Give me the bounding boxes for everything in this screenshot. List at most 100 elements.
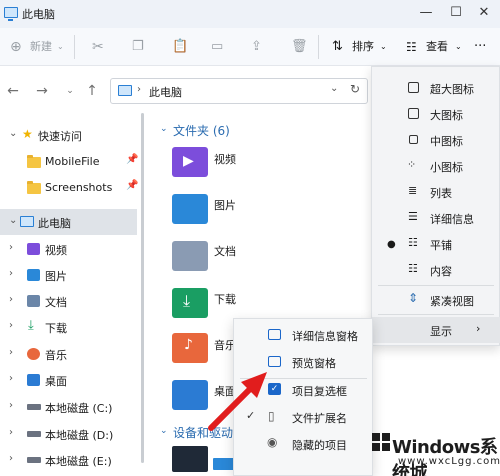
- menu-item-large-icons[interactable]: 大图标: [372, 101, 500, 127]
- menu-item-show[interactable]: 显示 ›: [372, 317, 500, 343]
- sort-icon: ⇅: [332, 39, 343, 54]
- submenu-item-preview-pane[interactable]: 预览窗格: [234, 348, 373, 375]
- sidebar-item-desktop[interactable]: › 桌面: [0, 367, 137, 393]
- chevron-down-icon[interactable]: ⌄: [160, 124, 168, 134]
- submenu-item-label: 隐藏的项目: [292, 439, 347, 452]
- breadcrumb-this-pc[interactable]: 此电脑: [149, 84, 182, 100]
- folders-group-header[interactable]: 文件夹 (6): [173, 122, 230, 139]
- sidebar-item-videos[interactable]: › 视频: [0, 236, 137, 262]
- toolbar-divider: [318, 35, 319, 59]
- menu-divider: [378, 285, 494, 286]
- more-options-button[interactable]: ···: [474, 37, 486, 57]
- sidebar-item-downloads[interactable]: › ⤓ 下载: [0, 314, 137, 340]
- view-button[interactable]: 查看: [426, 37, 448, 57]
- tiles-icon: ☷: [408, 236, 418, 249]
- sidebar-item-drive-d[interactable]: › 本地磁盘 (D:): [0, 421, 137, 447]
- menu-item-label: 显示: [430, 325, 452, 338]
- submenu-item-hidden-items[interactable]: ◉ 隐藏的项目: [234, 430, 373, 457]
- sidebar-item-drive-e[interactable]: › 本地磁盘 (E:): [0, 447, 137, 473]
- sort-button[interactable]: 排序: [352, 37, 374, 57]
- chevron-right-icon: ›: [9, 347, 13, 358]
- selected-dot-icon: ●: [387, 239, 396, 250]
- large-icons-icon: [408, 108, 419, 119]
- menu-item-details[interactable]: ☰ 详细信息: [372, 205, 500, 231]
- chevron-down-icon: ⌄: [57, 42, 64, 51]
- copy-icon[interactable]: ❐: [132, 37, 144, 57]
- rename-icon[interactable]: ▭: [211, 37, 223, 57]
- windows-logo-icon: [372, 433, 390, 451]
- menu-item-list[interactable]: ≣ 列表: [372, 179, 500, 205]
- folder-downloads[interactable]: 下载: [214, 291, 236, 307]
- paste-icon[interactable]: 📋: [172, 37, 188, 57]
- music-folder-icon: [27, 348, 40, 360]
- sidebar-scrollbar[interactable]: [141, 113, 144, 463]
- folder-pictures[interactable]: 图片: [214, 197, 236, 213]
- menu-item-label: 中图标: [430, 135, 463, 148]
- folder-documents[interactable]: 文档: [214, 243, 236, 259]
- minimize-button[interactable]: —: [412, 2, 440, 24]
- command-bar: [0, 28, 500, 66]
- sidebar-item-quick-access[interactable]: ⌄ ★ 快速访问: [0, 122, 137, 148]
- chevron-right-icon: ›: [9, 294, 13, 305]
- menu-item-content[interactable]: ☷ 内容: [372, 257, 500, 283]
- share-icon[interactable]: ⇪: [251, 37, 262, 57]
- submenu-item-label: 项目复选框: [292, 385, 347, 398]
- sidebar-item-documents[interactable]: › 文档: [0, 288, 137, 314]
- menu-item-compact-view[interactable]: ⇕ 紧凑视图: [372, 287, 500, 313]
- desktop-folder-icon[interactable]: [172, 380, 208, 410]
- extra-large-icons-icon: [408, 82, 419, 93]
- chevron-right-icon: ›: [9, 268, 13, 279]
- menu-item-label: 大图标: [430, 109, 463, 122]
- address-dropdown-icon[interactable]: ⌄: [330, 83, 338, 94]
- this-pc-icon: [118, 85, 132, 96]
- chevron-down-icon[interactable]: ⌄: [160, 426, 168, 436]
- menu-item-extra-large-icons[interactable]: 超大图标: [372, 75, 500, 101]
- menu-item-small-icons[interactable]: ⁘ 小图标: [372, 153, 500, 179]
- forward-arrow-icon[interactable]: →: [34, 83, 50, 99]
- download-arrow-icon: ⤓: [183, 291, 191, 310]
- delete-icon[interactable]: 🗑: [291, 37, 308, 57]
- chevron-down-icon: ⌄: [9, 215, 18, 226]
- up-arrow-icon[interactable]: ↑: [84, 83, 100, 99]
- sidebar-item-this-pc[interactable]: ⌄ 此电脑: [0, 209, 137, 235]
- submenu-item-label: 详细信息窗格: [292, 330, 358, 343]
- breadcrumb-chevron-icon: ›: [137, 84, 141, 95]
- download-arrow-icon: ⤓: [28, 318, 34, 333]
- view-icon: ☷: [406, 40, 417, 54]
- play-icon: ▶: [183, 153, 194, 169]
- close-button[interactable]: ✕: [470, 2, 498, 24]
- toolbar-divider: [74, 35, 75, 59]
- pictures-folder-icon[interactable]: [172, 194, 208, 224]
- maximize-button[interactable]: ☐: [442, 2, 470, 24]
- watermark-url: www.wxcLgg.com: [398, 456, 500, 467]
- desktop-folder-icon: [27, 374, 40, 386]
- documents-folder-icon[interactable]: [172, 241, 208, 271]
- details-icon: ☰: [408, 210, 418, 223]
- video-folder-icon: [27, 243, 40, 255]
- pin-icon: 📌: [126, 154, 139, 165]
- recent-chevron-icon[interactable]: ⌄: [62, 83, 78, 99]
- documents-folder-icon: [27, 295, 40, 307]
- sidebar-item-pictures[interactable]: › 图片: [0, 262, 137, 288]
- sidebar-item-screenshots[interactable]: Screenshots 📌: [0, 175, 138, 201]
- folder-videos[interactable]: 视频: [214, 151, 236, 167]
- windows-drive-icon[interactable]: [172, 446, 208, 472]
- back-arrow-icon[interactable]: ←: [5, 83, 21, 99]
- small-icons-icon: ⁘: [407, 158, 417, 171]
- sidebar-item-music[interactable]: › 音乐: [0, 341, 137, 367]
- sidebar-item-label: 视频: [45, 244, 67, 257]
- submenu-item-label: 预览窗格: [292, 357, 336, 370]
- menu-item-tiles[interactable]: ● ☷ 平铺: [372, 231, 500, 257]
- menu-item-label: 紧凑视图: [430, 295, 474, 308]
- details-pane-icon: [268, 329, 281, 340]
- submenu-item-label: 文件扩展名: [292, 412, 347, 425]
- chevron-right-icon: ›: [9, 427, 13, 438]
- new-button[interactable]: 新建: [30, 37, 52, 57]
- sidebar-item-mobilefile[interactable]: MobileFile 📌: [0, 149, 139, 175]
- sidebar-item-drive-c[interactable]: › 本地磁盘 (C:): [0, 394, 137, 420]
- medium-icons-icon: [409, 135, 418, 144]
- submenu-item-details-pane[interactable]: 详细信息窗格: [234, 321, 373, 348]
- refresh-icon[interactable]: ↻: [350, 82, 360, 96]
- menu-item-medium-icons[interactable]: 中图标: [372, 127, 500, 153]
- cut-icon[interactable]: ✂: [92, 37, 104, 57]
